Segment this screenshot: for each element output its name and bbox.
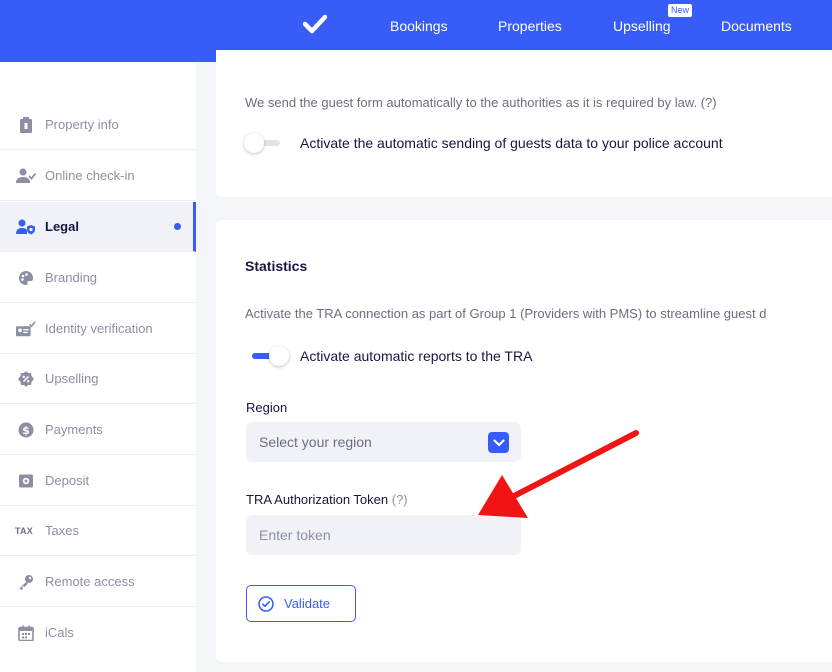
sidebar-item-label: Remote access <box>45 574 135 589</box>
tax-icon: TAX <box>14 526 34 536</box>
sidebar-item-label: Upselling <box>45 371 99 386</box>
settings-sidebar: Property info Online check-in Legal Bran… <box>0 62 196 672</box>
statistics-title: Statistics <box>245 258 308 274</box>
new-badge: New <box>668 4 693 17</box>
building-icon <box>16 115 36 135</box>
token-label: TRA Authorization Token (?) <box>246 492 408 507</box>
sidebar-item-upselling[interactable]: Upselling <box>0 354 196 404</box>
nav-bookings[interactable]: Bookings <box>390 18 448 34</box>
safe-icon <box>16 471 36 491</box>
key-icon <box>16 572 36 592</box>
region-select[interactable]: Select your region <box>246 422 521 462</box>
checkmark-logo-icon[interactable] <box>303 14 327 34</box>
tra-reports-toggle[interactable] <box>250 345 290 367</box>
user-check-icon <box>16 166 36 186</box>
sidebar-item-label: Payments <box>45 422 103 437</box>
check-circle-icon <box>258 595 274 612</box>
sidebar-item-label: Identity verification <box>45 321 153 336</box>
tra-toggle-label: Activate automatic reports to the TRA <box>300 348 533 364</box>
sidebar-item-label: Legal <box>45 219 79 234</box>
token-help-icon[interactable]: (?) <box>392 492 408 507</box>
sidebar-item-label: Property info <box>45 117 119 132</box>
validate-button-label: Validate <box>284 596 331 611</box>
svg-text:$: $ <box>22 424 30 437</box>
statistics-description: Activate the TRA connection as part of G… <box>245 306 767 321</box>
nav-properties[interactable]: Properties <box>498 18 562 34</box>
dollar-icon: $ <box>16 420 36 440</box>
id-card-icon <box>16 319 36 339</box>
nav-documents[interactable]: Documents <box>721 18 792 34</box>
sidebar-item-label: Taxes <box>45 523 79 538</box>
police-description: We send the guest form automatically to … <box>245 95 717 110</box>
chevron-down-icon[interactable] <box>488 432 509 453</box>
region-select-value: Select your region <box>259 434 372 450</box>
police-sending-card <box>216 50 832 197</box>
sidebar-item-taxes[interactable]: TAX Taxes <box>0 506 196 556</box>
sidebar-item-online-check-in[interactable]: Online check-in <box>0 151 196 201</box>
police-sending-toggle[interactable] <box>244 132 284 154</box>
validate-button[interactable]: Validate <box>246 585 356 622</box>
sidebar-item-icals[interactable]: iCals <box>0 608 196 658</box>
sidebar-item-identity-verification[interactable]: Identity verification <box>0 304 196 354</box>
sidebar-item-branding[interactable]: Branding <box>0 253 196 303</box>
police-toggle-label: Activate the automatic sending of guests… <box>300 135 723 151</box>
nav-upselling[interactable]: Upselling <box>613 18 671 34</box>
sidebar-item-deposit[interactable]: Deposit <box>0 456 196 506</box>
region-label: Region <box>246 400 288 415</box>
active-indicator-dot <box>174 223 181 230</box>
token-input[interactable] <box>246 515 521 555</box>
sidebar-item-label: Branding <box>45 270 98 285</box>
calendar-icon <box>16 623 36 643</box>
sidebar-item-property-info[interactable]: Property info <box>0 100 196 150</box>
sidebar-item-label: iCals <box>45 625 74 640</box>
sidebar-item-payments[interactable]: $ Payments <box>0 405 196 455</box>
sidebar-item-label: Online check-in <box>45 168 135 183</box>
sidebar-item-remote-access[interactable]: Remote access <box>0 557 196 607</box>
palette-icon <box>16 268 36 288</box>
percent-badge-icon <box>16 369 36 389</box>
user-shield-icon <box>16 217 36 237</box>
sidebar-item-legal[interactable]: Legal <box>0 202 196 252</box>
sidebar-item-label: Deposit <box>45 473 90 488</box>
